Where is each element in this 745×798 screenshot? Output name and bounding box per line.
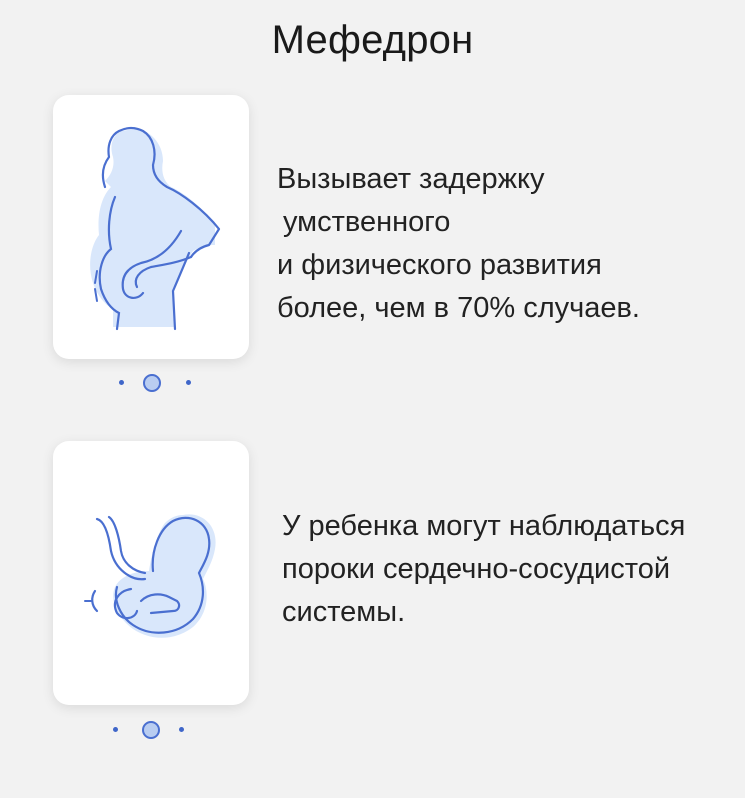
card-description: Вызывает задержку умственного и физическ… xyxy=(277,158,640,330)
pregnant-woman-icon xyxy=(90,126,221,331)
pager-dot[interactable] xyxy=(179,727,184,732)
pager-dot[interactable] xyxy=(113,727,118,732)
pager-dot-active[interactable] xyxy=(143,374,161,392)
info-card-pregnant-woman[interactable] xyxy=(53,95,249,359)
carousel-pager[interactable] xyxy=(53,718,249,742)
pager-dot-active[interactable] xyxy=(142,721,160,739)
fetus-icon xyxy=(84,514,216,638)
description-line: Вызывает задержку xyxy=(277,163,545,195)
description-line: умственного xyxy=(283,206,451,238)
carousel-pager[interactable] xyxy=(53,371,249,395)
page-title: Мефедрон xyxy=(271,18,474,62)
description-line: более, чем в 70% случаев. xyxy=(277,292,640,324)
card-description: У ребенка могут наблюдаться пороки серде… xyxy=(282,505,685,634)
pager-dot[interactable] xyxy=(119,380,124,385)
pager-dot[interactable] xyxy=(186,380,191,385)
description-line: пороки сердечно-сосудистой xyxy=(282,553,671,585)
description-line: системы. xyxy=(282,596,406,628)
description-line: и физического развития xyxy=(277,249,602,281)
info-card-fetus[interactable] xyxy=(53,441,249,705)
description-line: У ребенка могут наблюдаться xyxy=(282,510,686,542)
